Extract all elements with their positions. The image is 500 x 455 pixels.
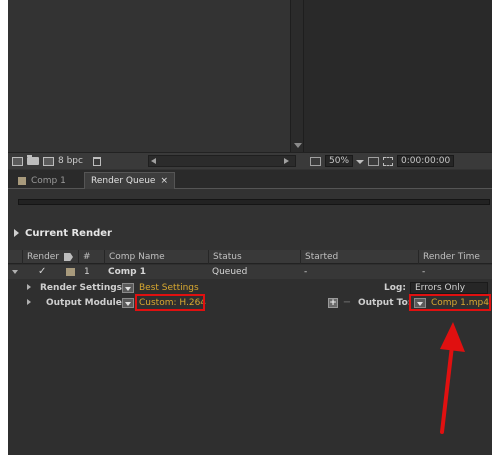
composition-viewer[interactable] — [304, 0, 492, 152]
timecode-field[interactable]: 0:00:00:00 — [397, 155, 455, 167]
queue-header: Render # Comp Name Status Started Render… — [8, 250, 492, 264]
region-of-interest-icon[interactable] — [383, 156, 394, 166]
column-number[interactable]: # — [78, 250, 106, 264]
output-to-highlight — [409, 294, 491, 311]
output-module-label: Output Module: — [46, 298, 126, 308]
item-number: 1 — [84, 267, 90, 277]
output-module-dropdown[interactable] — [122, 298, 134, 308]
current-render-section[interactable]: Current Render — [14, 225, 492, 241]
viewer-toolbar: 50% 0:00:00:00 — [304, 152, 492, 169]
arrow-head-icon — [440, 322, 465, 352]
column-status[interactable]: Status — [208, 250, 300, 264]
label-tag-icon[interactable] — [64, 253, 73, 261]
bit-depth-button[interactable]: 8 bpc — [58, 155, 83, 167]
project-panel — [8, 0, 290, 152]
tab-label: Comp 1 — [31, 175, 66, 186]
project-vertical-scrollbar[interactable] — [290, 0, 304, 152]
chevron-down-icon[interactable] — [355, 157, 365, 166]
column-comp-name[interactable]: Comp Name — [104, 250, 208, 264]
close-tab-icon[interactable]: × — [160, 176, 168, 186]
panel-tab-strip: Comp 1 Render Queue × — [8, 170, 492, 189]
render-queue-list: Render # Comp Name Status Started Render… — [8, 250, 492, 455]
render-settings-dropdown[interactable] — [122, 283, 134, 293]
zoom-field[interactable]: 50% — [325, 155, 354, 167]
project-horizontal-scrollbar[interactable] — [148, 155, 296, 167]
item-status: Queued — [212, 267, 248, 277]
render-checkbox[interactable]: ✓ — [38, 267, 48, 277]
new-composition-button[interactable] — [43, 155, 54, 167]
folder-icon — [27, 155, 39, 165]
tab-comp-1[interactable]: Comp 1 — [12, 172, 72, 189]
comp-label-swatch — [18, 176, 26, 185]
log-label: Log: — [384, 283, 406, 293]
render-settings-row: Render Settings: Best Settings Log: Erro… — [8, 281, 492, 295]
grid-guides-icon[interactable] — [368, 156, 380, 166]
tab-label: Render Queue — [91, 176, 156, 186]
composition-icon — [43, 156, 54, 166]
after-effects-window: 8 bpc 50% 0:00:00:00 Comp 1 Render Queue… — [8, 0, 492, 455]
column-started[interactable]: Started — [300, 250, 418, 264]
output-module-highlight — [135, 294, 205, 311]
scroll-right-arrow-icon[interactable] — [284, 158, 289, 164]
output-to-label: Output To: — [358, 298, 412, 308]
trash-icon — [92, 156, 101, 166]
log-select[interactable]: Errors Only — [410, 282, 488, 294]
current-render-label: Current Render — [25, 227, 112, 239]
expand-right-icon[interactable] — [27, 299, 31, 305]
arrow-shaft — [440, 344, 454, 434]
item-comp-name: Comp 1 — [108, 267, 147, 277]
comp-label-swatch[interactable] — [66, 268, 75, 276]
always-preview-icon[interactable] — [310, 156, 321, 166]
render-settings-link[interactable]: Best Settings — [139, 281, 199, 295]
render-progress-bar — [18, 199, 490, 205]
tab-render-queue[interactable]: Render Queue × — [84, 172, 176, 189]
expand-right-icon[interactable] — [14, 229, 19, 237]
expand-right-icon[interactable] — [27, 284, 31, 290]
expand-down-icon[interactable] — [12, 270, 18, 274]
column-render-time[interactable]: Render Time — [418, 250, 492, 264]
table-row[interactable]: ✓ 1 Comp 1 Queued - - — [8, 265, 492, 279]
render-settings-label: Render Settings: — [40, 283, 126, 293]
red-arrow-annotation — [440, 322, 465, 434]
delete-button[interactable] — [92, 155, 101, 167]
item-render-time: - — [422, 267, 426, 277]
add-output-module-button[interactable]: + — [328, 298, 338, 308]
scroll-down-arrow-icon[interactable] — [294, 143, 302, 148]
interpret-footage-icon — [12, 156, 23, 166]
scroll-left-arrow-icon[interactable] — [151, 158, 156, 164]
column-render[interactable]: Render — [22, 250, 59, 264]
new-folder-button[interactable] — [27, 155, 39, 167]
project-toolbar: 8 bpc — [8, 152, 304, 169]
item-started: - — [304, 267, 308, 277]
remove-output-module-button[interactable]: − — [342, 298, 352, 308]
interpret-footage-button[interactable] — [12, 155, 23, 167]
